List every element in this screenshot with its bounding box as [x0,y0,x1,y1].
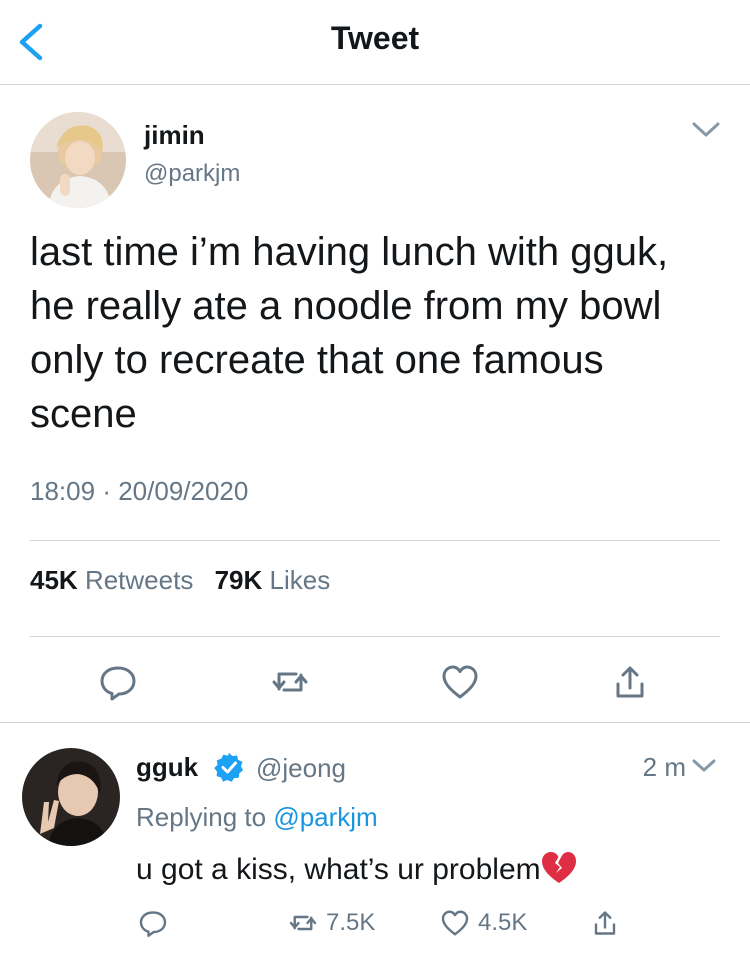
reply-button[interactable] [98,662,138,702]
reply-retweet-button[interactable]: 7.5K [288,906,375,940]
heart-icon [441,910,469,936]
tweet-date: 20/09/2020 [118,476,249,506]
like-label: Likes [269,565,331,595]
likes-stat[interactable]: 79K Likes [215,565,331,595]
replying-to: Replying to @parkjm [136,802,378,833]
like-button[interactable] [440,662,480,702]
retweet-button[interactable] [270,662,310,702]
tweet-stats: 45K Retweets 79K Likes [30,565,344,596]
reply-reply-button[interactable] [138,906,168,940]
like-count: 79K [214,565,263,595]
reply-like-button[interactable]: 4.5K [440,906,527,940]
replying-to-mention[interactable]: @parkjm [273,802,377,832]
tweet-time: 18:09 [30,476,96,506]
nav-bar: Tweet [0,0,750,85]
reply-more-options-chevron-icon[interactable] [690,757,718,775]
share-button[interactable] [610,662,650,702]
page-title: Tweet [330,20,420,56]
retweet-count: 45K [30,565,78,595]
share-icon [594,911,616,935]
retweet-label: Retweets [84,565,194,595]
more-options-chevron-icon[interactable] [690,120,722,140]
author-name[interactable]: jimin [144,120,205,151]
share-icon [616,666,644,698]
tweet-text: last time i’m having lunch with gguk, he… [30,230,669,436]
broken-heart-icon [541,852,576,883]
author-handle[interactable]: @parkjm [144,160,240,188]
replying-to-label: Replying to [136,802,267,832]
retweets-stat[interactable]: 45K Retweets [30,565,193,595]
reply-time-ago: 2 m [642,752,686,782]
reply-author-handle[interactable]: @jeong [256,753,346,784]
reply-retweet-count: 7.5K [326,909,376,936]
reply-author-name[interactable]: gguk [136,752,198,783]
reply-text-container: u got a kiss, what’s ur problem [136,851,577,887]
author-avatar[interactable] [30,112,126,208]
retweet-icon [289,915,317,931]
timestamp-separator: · [102,476,111,506]
heart-icon [442,665,478,699]
reply-author-avatar[interactable] [22,748,120,846]
reply-icon [139,911,167,937]
reply-text: u got a kiss, what’s ur problem [136,853,541,886]
tweet-timestamp: 18:09 · 20/09/2020 [30,476,248,507]
divider [30,636,720,637]
reply-like-count: 4.5K [478,909,528,936]
verified-badge-icon [214,752,244,782]
divider [30,540,720,541]
reply-share-button[interactable] [590,906,620,940]
reply-icon [100,666,136,701]
divider [0,722,750,723]
retweet-icon [272,672,308,692]
